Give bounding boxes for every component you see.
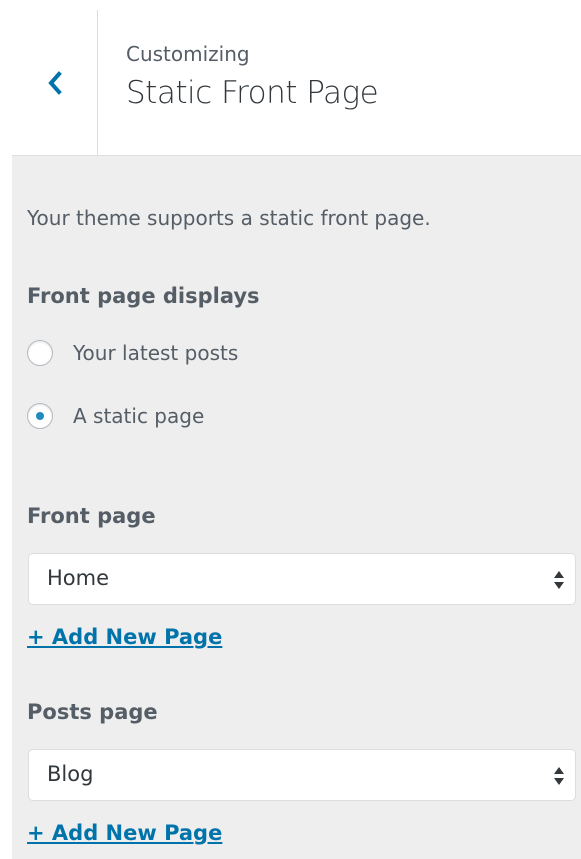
- front-page-selected-value: Home: [47, 566, 110, 590]
- customizing-label: Customizing: [126, 42, 250, 66]
- radio-checked-dot: [36, 412, 44, 420]
- radio-button-checked[interactable]: [27, 403, 53, 429]
- settings-panel: Your theme supports a static front page.…: [12, 156, 581, 859]
- chevron-left-icon: [46, 70, 64, 96]
- add-new-posts-page-link[interactable]: + Add New Page: [27, 821, 222, 845]
- theme-description: Your theme supports a static front page.: [27, 206, 431, 230]
- front-page-label: Front page: [27, 504, 156, 528]
- radio-latest-posts[interactable]: Your latest posts: [27, 340, 238, 366]
- header-titles: Customizing Static Front Page: [126, 42, 379, 113]
- customizer-header: Customizing Static Front Page: [12, 10, 581, 156]
- radio-label-static-page: A static page: [73, 404, 205, 428]
- posts-page-select[interactable]: Blog: [28, 749, 576, 801]
- page-title: Static Front Page: [126, 75, 379, 111]
- back-button[interactable]: [12, 10, 98, 155]
- select-arrows-icon: [553, 766, 565, 790]
- front-page-select[interactable]: Home: [28, 553, 576, 605]
- radio-static-page[interactable]: A static page: [27, 403, 204, 429]
- select-arrows-icon: [553, 570, 565, 594]
- radio-button[interactable]: [27, 340, 53, 366]
- radio-label-latest-posts: Your latest posts: [73, 341, 239, 365]
- posts-page-label: Posts page: [27, 700, 158, 724]
- posts-page-selected-value: Blog: [47, 762, 94, 786]
- add-new-front-page-link[interactable]: + Add New Page: [27, 625, 222, 649]
- front-page-displays-label: Front page displays: [27, 284, 260, 308]
